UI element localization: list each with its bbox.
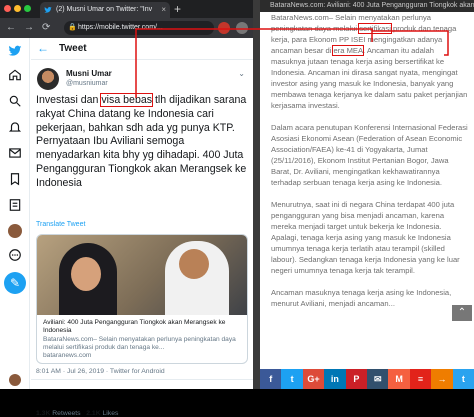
card-title: Aviliani: 400 Juta Pengangguran Tiongkok… bbox=[43, 319, 226, 335]
share-button[interactable]: G+ bbox=[302, 369, 325, 389]
twitter-logo-icon[interactable] bbox=[8, 44, 22, 58]
bookmarks-icon[interactable] bbox=[8, 172, 22, 186]
highlight-era-mea: era MEA bbox=[332, 45, 365, 56]
article-paragraph: Menurutnya, saat ini di negara China ter… bbox=[271, 200, 460, 275]
article-header: BataraNews.com: Aviliani: 400 Juta Penga… bbox=[260, 0, 474, 12]
lock-icon: 🔒 bbox=[68, 24, 77, 31]
browser-window: (2) Musni Umar on Twitter: "Inv × + ← → … bbox=[0, 0, 253, 417]
tweet-text-highlight: visa bebas bbox=[100, 93, 154, 107]
page-title: Tweet bbox=[59, 43, 87, 54]
card-snippet: BataraNews.com– Selain menyatakan perlun… bbox=[43, 335, 236, 352]
share-button[interactable]: t bbox=[281, 369, 303, 389]
highlight-sertifikasi: sertifikasi bbox=[358, 23, 392, 34]
share-button[interactable]: in bbox=[324, 369, 346, 389]
share-button[interactable]: ✉ bbox=[367, 369, 389, 389]
card-image bbox=[37, 235, 247, 315]
address-bar[interactable]: 🔒 https://mobile.twitter.com/... bbox=[64, 21, 214, 35]
browser-toolbar: ← → ⟳ 🔒 https://mobile.twitter.com/... bbox=[0, 18, 253, 38]
article-body: BataraNews.com– Selain menyatakan perlun… bbox=[271, 12, 469, 320]
browser-tab[interactable]: (2) Musni Umar on Twitter: "Inv × bbox=[40, 2, 170, 18]
share-button[interactable]: P bbox=[345, 369, 368, 389]
author-handle[interactable]: @musniumar bbox=[66, 80, 108, 87]
article-paragraph: BataraNews.com– Selain menyatakan perlun… bbox=[271, 12, 469, 111]
tweet-stats: 1.3K Retweets 2.1K Likes bbox=[36, 410, 118, 417]
back-button[interactable]: ← bbox=[6, 21, 16, 35]
article-paragraph: Ancaman masuknya tenaga kerja asing ke I… bbox=[271, 288, 452, 308]
share-button[interactable]: t bbox=[452, 369, 474, 389]
divider bbox=[31, 379, 253, 380]
forward-button[interactable]: → bbox=[24, 21, 34, 35]
link-card[interactable]: Aviliani: 400 Juta Pengangguran Tiongkok… bbox=[36, 234, 248, 364]
tweet-column: ← Tweet Musni Umar @musniumar ⌄ Investas… bbox=[31, 38, 253, 417]
twitter-bird-icon bbox=[44, 6, 52, 13]
card-image-face bbox=[179, 249, 209, 279]
tab-close-icon[interactable]: × bbox=[161, 2, 166, 18]
chevron-down-icon[interactable]: ⌄ bbox=[238, 69, 245, 78]
lists-icon[interactable] bbox=[8, 198, 22, 212]
share-button[interactable]: → bbox=[431, 369, 453, 389]
card-text: Aviliani: 400 Juta Pengangguran Tiongkok… bbox=[43, 319, 243, 353]
translate-tweet-link[interactable]: Translate Tweet bbox=[36, 221, 85, 228]
scroll-to-top-button[interactable]: ⌃ bbox=[452, 305, 472, 321]
search-icon[interactable] bbox=[8, 94, 22, 108]
new-tab-button[interactable]: + bbox=[174, 1, 181, 17]
author-name[interactable]: Musni Umar bbox=[66, 69, 112, 78]
zoom-window-button[interactable] bbox=[24, 5, 31, 12]
tweet-text: Investasi dan visa bebas tlh dijadikan s… bbox=[36, 93, 250, 191]
twitter-sidebar: ✎ bbox=[0, 38, 30, 389]
extension-icon[interactable] bbox=[218, 22, 230, 34]
profile-icon[interactable] bbox=[236, 22, 248, 34]
more-options-icon[interactable] bbox=[8, 248, 22, 262]
share-bar: f t G+ in P ✉ M ≡ → t bbox=[260, 369, 474, 389]
back-arrow-icon[interactable]: ← bbox=[37, 41, 49, 55]
article-panel: BataraNews.com: Aviliani: 400 Juta Penga… bbox=[260, 0, 474, 389]
window-controls bbox=[4, 5, 31, 12]
share-button[interactable]: M bbox=[388, 369, 410, 389]
retweets-label[interactable]: Retweets bbox=[52, 410, 80, 417]
tweet-timestamp[interactable]: 8:01 AM · Jul 26, 2019 · Twitter for And… bbox=[36, 368, 165, 375]
twitter-page: ✎ ← Tweet Musni Umar @musniumar ⌄ Invest… bbox=[0, 38, 253, 417]
minimize-window-button[interactable] bbox=[14, 5, 21, 12]
reload-button[interactable]: ⟳ bbox=[42, 21, 50, 35]
share-button[interactable]: f bbox=[260, 369, 282, 389]
tweet-header: ← Tweet bbox=[31, 38, 253, 60]
share-button[interactable]: ≡ bbox=[409, 369, 432, 389]
home-icon[interactable] bbox=[8, 68, 22, 82]
tweet-text-part: tlh dijadikan sarana rakyat China datang… bbox=[36, 94, 247, 189]
likes-count[interactable]: 2.1K bbox=[86, 410, 100, 417]
compose-tweet-button[interactable]: ✎ bbox=[4, 272, 26, 294]
article-paragraph: Dalam acara penutupan Konferensi Interna… bbox=[271, 123, 468, 187]
messages-icon[interactable] bbox=[8, 146, 22, 160]
tab-title: (2) Musni Umar on Twitter: "Inv bbox=[56, 6, 153, 13]
likes-label[interactable]: Likes bbox=[103, 410, 119, 417]
card-image-face bbox=[71, 257, 101, 291]
panel-divider bbox=[253, 0, 260, 389]
tweet-text-part: Investasi dan bbox=[36, 94, 102, 106]
author-avatar[interactable] bbox=[37, 68, 59, 90]
retweets-count[interactable]: 1.3K bbox=[36, 410, 50, 417]
account-avatar[interactable] bbox=[9, 374, 21, 386]
url-text: https://mobile.twitter.com/... bbox=[78, 24, 163, 31]
notifications-icon[interactable] bbox=[8, 120, 22, 134]
tab-bar: (2) Musni Umar on Twitter: "Inv × + bbox=[0, 0, 253, 18]
profile-avatar-icon[interactable] bbox=[8, 224, 22, 238]
article-text-part: . Ancaman itu adalah masuknya jutaan ten… bbox=[271, 46, 468, 110]
close-window-button[interactable] bbox=[4, 5, 11, 12]
card-domain: bataranews.com bbox=[43, 352, 92, 359]
